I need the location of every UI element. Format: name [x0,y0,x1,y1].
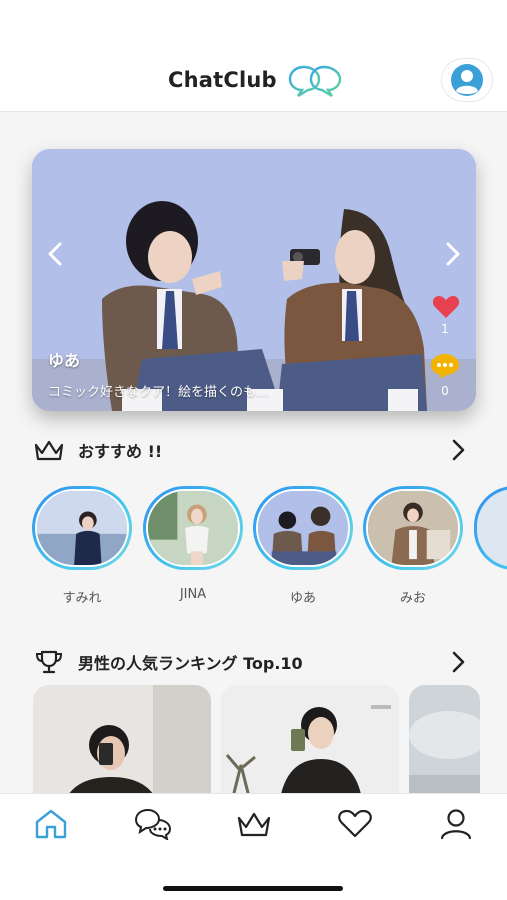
heart-icon [338,809,372,838]
tab-ranking[interactable] [234,804,274,844]
featured-caption: コミック好きなクア！絵を描くのも… [48,385,270,400]
chat-icon [134,808,172,840]
tab-chat[interactable] [133,804,173,844]
recommended-item[interactable]: すみれ [32,486,134,606]
app-title: ChatClub [168,68,277,92]
featured-photo [32,149,476,411]
recommended-item-name: みお [399,591,426,606]
avatar [35,489,129,567]
avatar [366,489,460,567]
recommended-header: おすすめ !! [34,438,162,462]
home-indicator [163,886,343,891]
like-count: 1 [441,322,449,336]
ranking-photo [221,685,399,805]
ranking-more-chevron-icon[interactable] [446,650,470,674]
chat-bubbles-icon [288,65,342,98]
profile-icon [440,809,472,840]
recommended-item-name: すみれ [62,591,102,606]
previous-button[interactable] [40,239,70,269]
crown-icon [34,440,64,461]
trophy-icon [35,650,63,674]
recommended-item-name: JINA [179,587,207,602]
avatar [256,489,350,567]
recommended-item[interactable]: JINA [143,486,245,602]
ranking-card-partial[interactable] [409,685,480,805]
heart-icon[interactable] [432,295,460,319]
featured-name: ゆあ [48,351,81,370]
avatar [146,489,240,567]
ranking-card[interactable] [221,685,399,805]
tab-favorites[interactable] [335,804,375,844]
tab-home[interactable] [31,804,71,844]
ranking-card[interactable] [33,685,211,805]
ranking-photo [33,685,211,805]
ranking-photo [409,685,480,805]
recommended-item[interactable]: ゆあ [253,486,355,606]
home-icon [35,809,67,839]
recommended-title: おすすめ !! [78,442,163,461]
crown-icon [237,812,271,837]
user-avatar-icon [451,64,483,96]
app-header: ChatClub [0,0,507,112]
recommended-more-chevron-icon[interactable] [446,438,470,462]
next-button[interactable] [438,239,468,269]
profile-button[interactable] [441,58,493,102]
recommended-item[interactable]: みお [363,486,465,606]
chevron-left-icon [48,242,62,266]
ranking-header: 男性の人気ランキング Top.10 [34,650,303,674]
tab-profile[interactable] [436,804,476,844]
featured-profile-card[interactable]: ゆあ コミック好きなクア！絵を描くのも… 1 0 [32,149,476,411]
comment-icon[interactable] [430,353,460,379]
recommended-item-partial[interactable] [474,486,507,570]
bottom-tab-bar [0,793,507,900]
chevron-right-icon [446,242,460,266]
recommended-item-name: ゆあ [289,591,316,606]
ranking-title: 男性の人気ランキング Top.10 [78,654,303,673]
comment-count: 0 [441,384,449,398]
